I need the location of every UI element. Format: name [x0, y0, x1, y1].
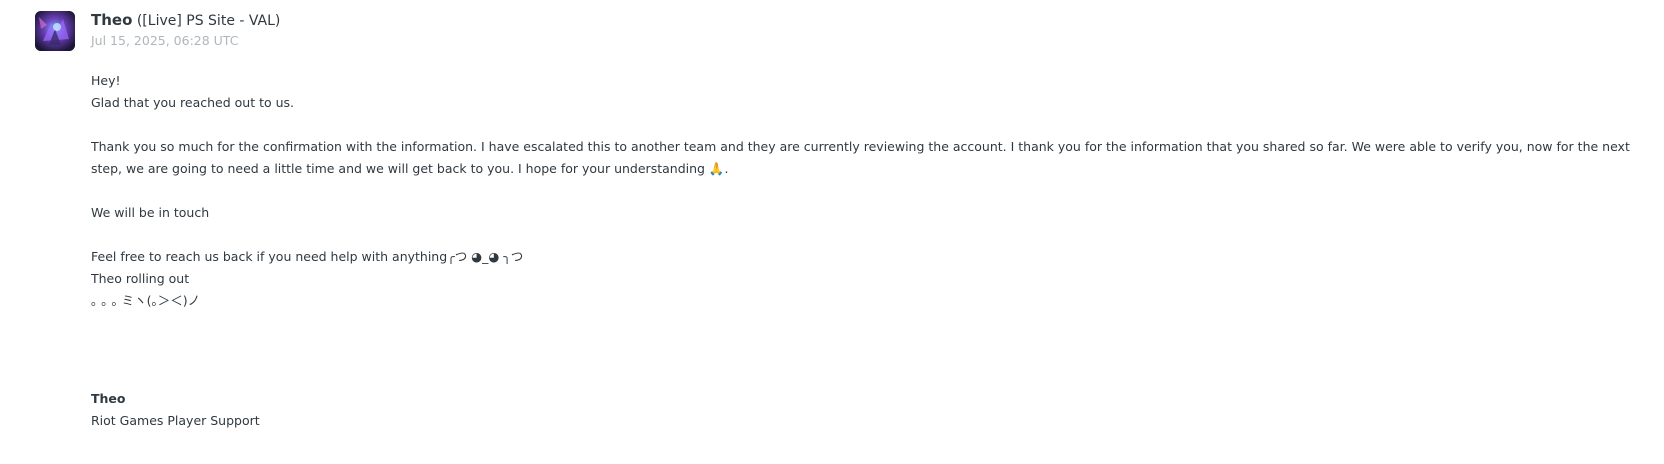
comment-header: Theo ([Live] PS Site - VAL) Jul 15, 2025… [91, 10, 280, 50]
author-name[interactable]: Theo [91, 11, 132, 29]
body-kaomoji: ｡ ｡ ｡ ミヽ(｡＞＜)ノ [91, 293, 201, 308]
body-greeting: Hey! [91, 73, 121, 88]
comment-timestamp: Jul 15, 2025, 06:28 UTC [91, 33, 239, 48]
avatar-image [35, 11, 75, 51]
body-feel-free: Feel free to reach us back if you need h… [91, 249, 524, 264]
comment-body: Hey! Glad that you reached out to us. Th… [91, 70, 1651, 432]
body-paragraph: Thank you so much for the confirmation w… [91, 139, 1634, 176]
body-line-glad: Glad that you reached out to us. [91, 95, 295, 110]
body-rolling-out: Theo rolling out [91, 271, 190, 286]
body-in-touch: We will be in touch [91, 205, 210, 220]
author-line: Theo ([Live] PS Site - VAL) [91, 10, 280, 31]
signature-name: Theo [91, 391, 126, 406]
author-avatar[interactable] [35, 11, 75, 51]
ticket-comment: Theo ([Live] PS Site - VAL) Jul 15, 2025… [0, 0, 1664, 464]
author-org: ([Live] PS Site - VAL) [136, 13, 281, 29]
signature-title: Riot Games Player Support [91, 413, 260, 428]
